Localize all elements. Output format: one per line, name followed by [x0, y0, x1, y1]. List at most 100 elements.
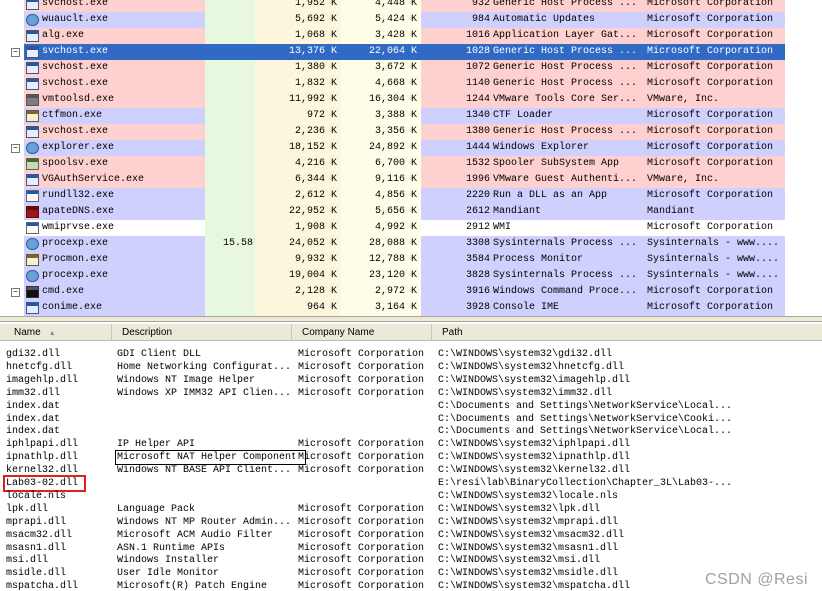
dll-row[interactable]: ipnathlp.dll Microsoft NAT Helper Compone… [0, 450, 822, 466]
process-description: Console IME [493, 302, 560, 313]
process-working-set: 2,972 K [341, 284, 421, 300]
collapse-minus-icon[interactable]: − [11, 48, 20, 57]
dll-row[interactable]: kernel32.dll Windows NT BASE API Client..… [0, 464, 822, 477]
dll-description: Windows NT MP Router Admin... [117, 516, 292, 528]
process-row[interactable]: conime.exe 964 K 3,164 K 3928 Console IME Mic… [0, 300, 785, 316]
dll-row[interactable]: mspatcha.dll Microsoft(R) Patch Engine Mic… [0, 580, 822, 591]
process-row[interactable]: spoolsv.exe 4,216 K 6,700 K 1532 Spooler Sub… [0, 156, 785, 172]
process-name: svchost.exe [42, 46, 109, 57]
notepad-pen-icon [26, 110, 39, 122]
collapse-minus-icon[interactable]: − [11, 144, 20, 153]
process-row[interactable]: rundll32.exe 2,612 K 4,856 K 2220 Run a DLL … [0, 188, 785, 204]
process-working-set: 23,120 K [341, 268, 421, 284]
process-row[interactable]: − cmd.exe 2,128 K 2,972 K 3916 Windows Comman… [0, 284, 785, 300]
dll-row[interactable]: locale.nls C:\WINDOWS\system32\locale.nls [0, 490, 822, 503]
process-row[interactable]: svchost.exe 1,832 K 4,668 K 1140 Generic Hos… [0, 76, 785, 92]
process-working-set: 6,700 K [341, 156, 421, 172]
dll-row[interactable]: msi.dll Windows Installer Microsoft Corpor… [0, 554, 822, 567]
process-row[interactable]: wuauclt.exe 5,692 K 5,424 K 984 Automatic Up… [0, 12, 785, 28]
process-row[interactable]: svchost.exe 1,952 K 4,448 K 932 Generic Host… [0, 0, 785, 12]
dll-name: lpk.dll [6, 503, 49, 515]
collapse-minus-icon[interactable]: − [11, 288, 20, 297]
dll-name: index.dat [6, 400, 61, 412]
watermark: CSDN @Resi [704, 571, 808, 588]
column-header-name[interactable]: Name ▲ [4, 324, 112, 341]
dll-company: Microsoft Corporation [298, 581, 425, 591]
process-row[interactable]: alg.exe 1,068 K 3,428 K 1016 Application Lay… [0, 28, 785, 44]
dll-row[interactable]: mprapi.dll Windows NT MP Router Admin... M… [0, 516, 822, 529]
process-row[interactable]: − explorer.exe 18,152 K 24,892 K 1444 Windows… [0, 140, 785, 156]
process-private-bytes: 1,832 K [255, 76, 341, 92]
dll-name: msi.dll [6, 555, 49, 567]
dll-path: C:\WINDOWS\system32\msasn1.dll [438, 542, 619, 554]
process-pid: 3928 [465, 302, 490, 313]
dll-row[interactable]: lpk.dll Language Pack Microsoft Corporatio… [0, 503, 822, 516]
process-description: Generic Host Process ... [493, 62, 638, 73]
dll-row[interactable]: index.dat C:\Documents and Settings\Netwo… [0, 413, 822, 426]
process-description-cell: 3916 Windows Command Proce... [421, 284, 645, 300]
process-working-set: 28,088 K [341, 236, 421, 252]
dll-row[interactable]: imagehlp.dll Windows NT Image Helper Micro… [0, 374, 822, 387]
process-name: conime.exe [42, 302, 103, 313]
dll-path: C:\WINDOWS\system32\gdi32.dll [438, 349, 613, 360]
vmware-icon [26, 94, 39, 106]
dll-list-pane[interactable]: Name ▲ Description Company Name Path gdi3… [0, 322, 822, 591]
dll-company: Microsoft Corporation [298, 516, 425, 528]
dll-name: msasn1.dll [6, 542, 67, 554]
process-name-cell: cmd.exe [24, 284, 205, 300]
tree-indent[interactable]: − [0, 44, 24, 60]
dll-row[interactable]: msasn1.dll ASN.1 Runtime APIs Microsoft Co… [0, 542, 822, 555]
process-name-cell: explorer.exe [24, 140, 205, 156]
dll-row[interactable]: msidle.dll User Idle Monitor Microsoft Cor… [0, 567, 822, 580]
process-tree-pane[interactable]: svchost.exe 1,952 K 4,448 K 932 Generic Host… [0, 0, 822, 316]
process-cpu [205, 204, 255, 220]
dll-row[interactable]: imm32.dll Windows XP IMM32 API Clien... Mi… [0, 387, 822, 400]
dll-row[interactable]: index.dat C:\Documents and Settings\Netwo… [0, 425, 822, 438]
process-company: Microsoft Corporation [645, 60, 785, 76]
column-header-path[interactable]: Path [432, 324, 822, 341]
process-row[interactable]: svchost.exe 2,236 K 3,356 K 1380 Generic Hos… [0, 124, 785, 140]
process-row[interactable]: Procmon.exe 9,932 K 12,788 K 3584 Process Mo… [0, 252, 785, 268]
process-description-cell: 3828 Sysinternals Process ... [421, 268, 645, 284]
column-header-description[interactable]: Description [112, 324, 292, 341]
process-row[interactable]: svchost.exe 1,380 K 3,672 K 1072 Generic Hos… [0, 60, 785, 76]
dll-company: Microsoft Corporation [298, 361, 425, 373]
dll-company: Microsoft Corporation [298, 387, 425, 399]
dll-row[interactable]: index.dat C:\Documents and Settings\Netwo… [0, 400, 822, 413]
process-description-cell: 2912 WMI [421, 220, 645, 236]
process-row[interactable]: wmiprvse.exe 1,908 K 4,992 K 2912 WMI Microso… [0, 220, 785, 236]
dll-description [117, 425, 295, 438]
tree-indent[interactable]: − [0, 284, 24, 300]
dll-row[interactable]: msacm32.dll Microsoft ACM Audio Filter Mic… [0, 529, 822, 542]
service-window-icon [26, 62, 39, 74]
process-private-bytes: 2,128 K [255, 284, 341, 300]
tree-indent[interactable]: − [0, 140, 24, 156]
dll-name: locale.nls [6, 490, 67, 502]
process-row[interactable]: VGAuthService.exe 6,344 K 9,116 K 1996 VMwar… [0, 172, 785, 188]
process-private-bytes: 5,692 K [255, 12, 341, 28]
process-row[interactable]: − svchost.exe 13,376 K 22,064 K 1028 Generic … [0, 44, 785, 60]
service-window-icon [26, 302, 39, 314]
column-header-company[interactable]: Company Name [292, 324, 432, 341]
process-pid: 1028 [465, 46, 490, 57]
process-row[interactable]: ctfmon.exe 972 K 3,388 K 1340 CTF Loader Micr… [0, 108, 785, 124]
process-pid: 2612 [465, 206, 490, 217]
dll-path: C:\WINDOWS\system32\lpk.dll [438, 503, 601, 515]
process-company: Microsoft Corporation [645, 76, 785, 92]
dll-row[interactable]: gdi32.dll GDI Client DLL Microsoft Corpora… [0, 348, 822, 361]
process-description-cell: 1996 VMware Guest Authenti... [421, 172, 645, 188]
dll-row[interactable]: Lab03-02.dll E:\resi\lab\BinaryCollection… [0, 475, 822, 492]
process-name-cell: Procmon.exe [24, 252, 205, 268]
procexp-icon [26, 238, 39, 250]
process-name: procexp.exe [42, 270, 109, 281]
dll-row[interactable]: hnetcfg.dll Home Networking Configurat...… [0, 361, 822, 374]
process-working-set: 5,656 K [341, 204, 421, 220]
process-row[interactable]: vmtoolsd.exe 11,992 K 16,304 K 1244 VMware T… [0, 92, 785, 108]
process-name: wuauclt.exe [42, 14, 109, 25]
process-row[interactable]: apateDNS.exe 22,952 K 5,656 K 2612 Mandiant M… [0, 204, 785, 220]
dll-description [117, 477, 295, 490]
process-row[interactable]: procexp.exe 15.58 24,052 K 28,088 K 3308 Sysi… [0, 236, 785, 252]
tree-indent [0, 0, 24, 12]
process-private-bytes: 1,908 K [255, 220, 341, 236]
process-row[interactable]: procexp.exe 19,004 K 23,120 K 3828 Sysintern… [0, 268, 785, 284]
